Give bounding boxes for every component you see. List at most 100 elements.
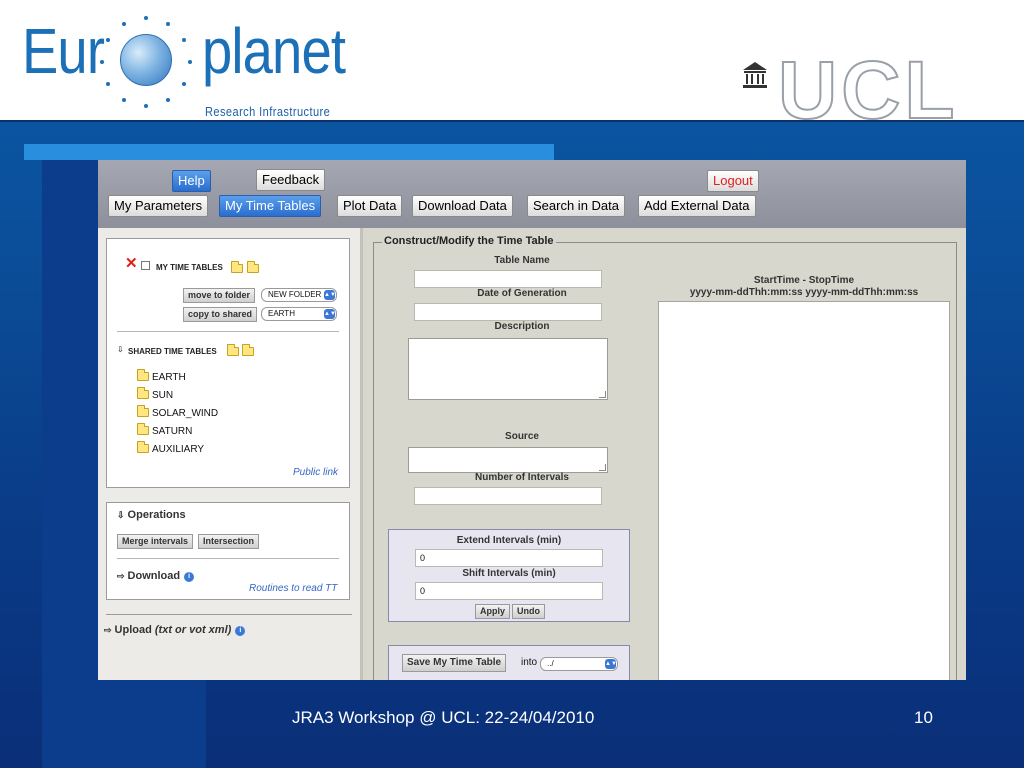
- tab-add-external-data[interactable]: Add External Data: [638, 195, 756, 217]
- folder-item[interactable]: SOLAR_WIND: [137, 405, 219, 419]
- divider: [117, 558, 339, 559]
- download-title[interactable]: ⇨ Download i: [117, 570, 195, 582]
- description-label: Description: [494, 321, 550, 332]
- info-icon[interactable]: i: [184, 572, 195, 582]
- add-folder-icon[interactable]: [247, 259, 262, 277]
- public-link[interactable]: Public link: [293, 467, 338, 478]
- undo-button[interactable]: Undo: [512, 604, 545, 619]
- save-box: Save My Time Table into ../ ▲▼: [388, 645, 630, 680]
- info-icon[interactable]: i: [235, 626, 246, 636]
- number-of-intervals-label: Number of Intervals: [475, 472, 569, 483]
- operations-label: Operations: [127, 509, 186, 521]
- folder-item[interactable]: SUN: [137, 387, 174, 401]
- tab-plot-data[interactable]: Plot Data: [337, 195, 403, 217]
- app-window: Help Feedback Logout My Parameters My Ti…: [98, 160, 966, 680]
- ucl-text: UCL: [777, 45, 959, 136]
- divider: [106, 614, 352, 615]
- move-folder-select[interactable]: NEW FOLDER ▲▼: [261, 288, 337, 302]
- source-textarea[interactable]: [408, 447, 608, 473]
- folder-icon: [137, 387, 149, 399]
- apply-button[interactable]: Apply: [475, 604, 511, 619]
- intersection-button[interactable]: Intersection: [198, 534, 260, 549]
- date-of-generation-label: Date of Generation: [477, 288, 567, 299]
- folder-icon: [231, 259, 246, 277]
- folder-item[interactable]: AUXILIARY: [137, 441, 205, 455]
- upload-hint: (txt or vot xml): [154, 624, 232, 636]
- page-number: 10: [914, 708, 933, 727]
- intervals-textarea[interactable]: [658, 301, 950, 680]
- move-to-folder-button[interactable]: move to folder: [183, 288, 256, 303]
- footer-text: JRA3 Workshop @ UCL: 22-24/04/2010: [292, 708, 595, 727]
- operations-box: ⇩ Operations Merge intervals Intersection…: [106, 502, 350, 600]
- slide-header: Eur planet Research Infrastructure UCL: [0, 0, 1024, 133]
- select-all-checkbox[interactable]: [141, 261, 150, 270]
- table-name-label: Table Name: [494, 255, 550, 266]
- ucl-logo: UCL: [740, 49, 990, 133]
- shared-time-tables-title: SHARED TIME TABLES: [128, 347, 217, 356]
- into-folder-select[interactable]: ../ ▲▼: [540, 657, 618, 671]
- folder-label: AUXILIARY: [152, 444, 205, 455]
- my-time-tables-title: MY TIME TABLES: [156, 263, 223, 272]
- upload-label: Upload: [114, 624, 152, 636]
- save-time-table-button[interactable]: Save My Time Table: [402, 654, 507, 672]
- tab-my-time-tables[interactable]: My Time Tables: [219, 195, 322, 217]
- date-of-generation-input[interactable]: [414, 303, 602, 321]
- construct-legend: Construct/Modify the Time Table: [382, 235, 556, 247]
- left-panel: ✕ MY TIME TABLES move to folder NEW FOLD…: [98, 228, 360, 680]
- globe-icon: [120, 34, 172, 86]
- resize-grip-icon[interactable]: [599, 391, 606, 398]
- folder-icon: [137, 405, 149, 417]
- folder-label: EARTH: [152, 372, 186, 383]
- logout-button[interactable]: Logout: [707, 170, 759, 192]
- folder-item[interactable]: EARTH: [137, 369, 186, 383]
- tab-my-parameters[interactable]: My Parameters: [108, 195, 209, 217]
- number-of-intervals-input[interactable]: [414, 487, 602, 505]
- help-button[interactable]: Help: [172, 170, 211, 192]
- extend-intervals-input[interactable]: 0: [415, 549, 603, 567]
- into-folder-select-value: ../: [547, 659, 554, 668]
- folder-label: SOLAR_WIND: [152, 408, 219, 419]
- shift-intervals-input[interactable]: 0: [415, 582, 603, 600]
- construct-fieldset: Construct/Modify the Time Table Table Na…: [373, 235, 957, 680]
- table-name-input[interactable]: [414, 270, 602, 288]
- routines-link[interactable]: Routines to read TT: [249, 583, 337, 594]
- folder-item[interactable]: SATURN: [137, 423, 193, 437]
- select-arrows-icon: ▲▼: [324, 290, 336, 300]
- feedback-button[interactable]: Feedback: [256, 169, 326, 191]
- toolbar: Help Feedback Logout My Parameters My Ti…: [98, 160, 966, 228]
- add-folder-icon[interactable]: [242, 342, 257, 360]
- expand-arrow-icon[interactable]: ⇩: [117, 345, 124, 354]
- description-textarea[interactable]: [408, 338, 608, 400]
- copy-shared-select[interactable]: EARTH ▲▼: [261, 307, 337, 321]
- expand-arrow-icon: ⇨: [117, 571, 125, 581]
- divider: [117, 331, 339, 332]
- operations-title[interactable]: ⇩ Operations: [117, 509, 186, 521]
- logo-text-left: Eur: [22, 15, 105, 87]
- upload-title[interactable]: ⇨ Upload (txt or vot xml) i: [104, 624, 246, 636]
- copy-shared-select-value: EARTH: [268, 309, 295, 318]
- select-arrows-icon: ▲▼: [324, 309, 336, 319]
- expand-arrow-icon: ⇨: [104, 625, 112, 635]
- resize-grip-icon[interactable]: [599, 464, 606, 471]
- merge-intervals-button[interactable]: Merge intervals: [117, 534, 194, 549]
- select-arrows-icon: ▲▼: [605, 659, 617, 669]
- folder-icon: [227, 342, 242, 360]
- folder-label: SATURN: [152, 426, 193, 437]
- copy-to-shared-button[interactable]: copy to shared: [183, 307, 258, 322]
- delete-icon[interactable]: ✕: [125, 256, 138, 271]
- extend-intervals-label: Extend Intervals (min): [456, 535, 562, 546]
- expand-arrow-icon: ⇩: [117, 510, 125, 520]
- folder-icon: [137, 369, 149, 381]
- source-label: Source: [505, 431, 539, 442]
- logo-subtitle: Research Infrastructure: [205, 104, 331, 119]
- folder-icon: [137, 441, 149, 453]
- europlanet-logo: Eur planet Research Infrastructure: [22, 8, 362, 119]
- tab-search-in-data[interactable]: Search in Data: [527, 195, 625, 217]
- intervals-ops-box: Extend Intervals (min) 0 Shift Intervals…: [388, 529, 630, 622]
- folder-label: SUN: [152, 390, 174, 401]
- into-label: into: [521, 657, 538, 668]
- time-tables-box: ✕ MY TIME TABLES move to folder NEW FOLD…: [106, 238, 350, 488]
- portico-icon: [743, 62, 767, 88]
- folder-icon: [137, 423, 149, 435]
- tab-download-data[interactable]: Download Data: [412, 195, 513, 217]
